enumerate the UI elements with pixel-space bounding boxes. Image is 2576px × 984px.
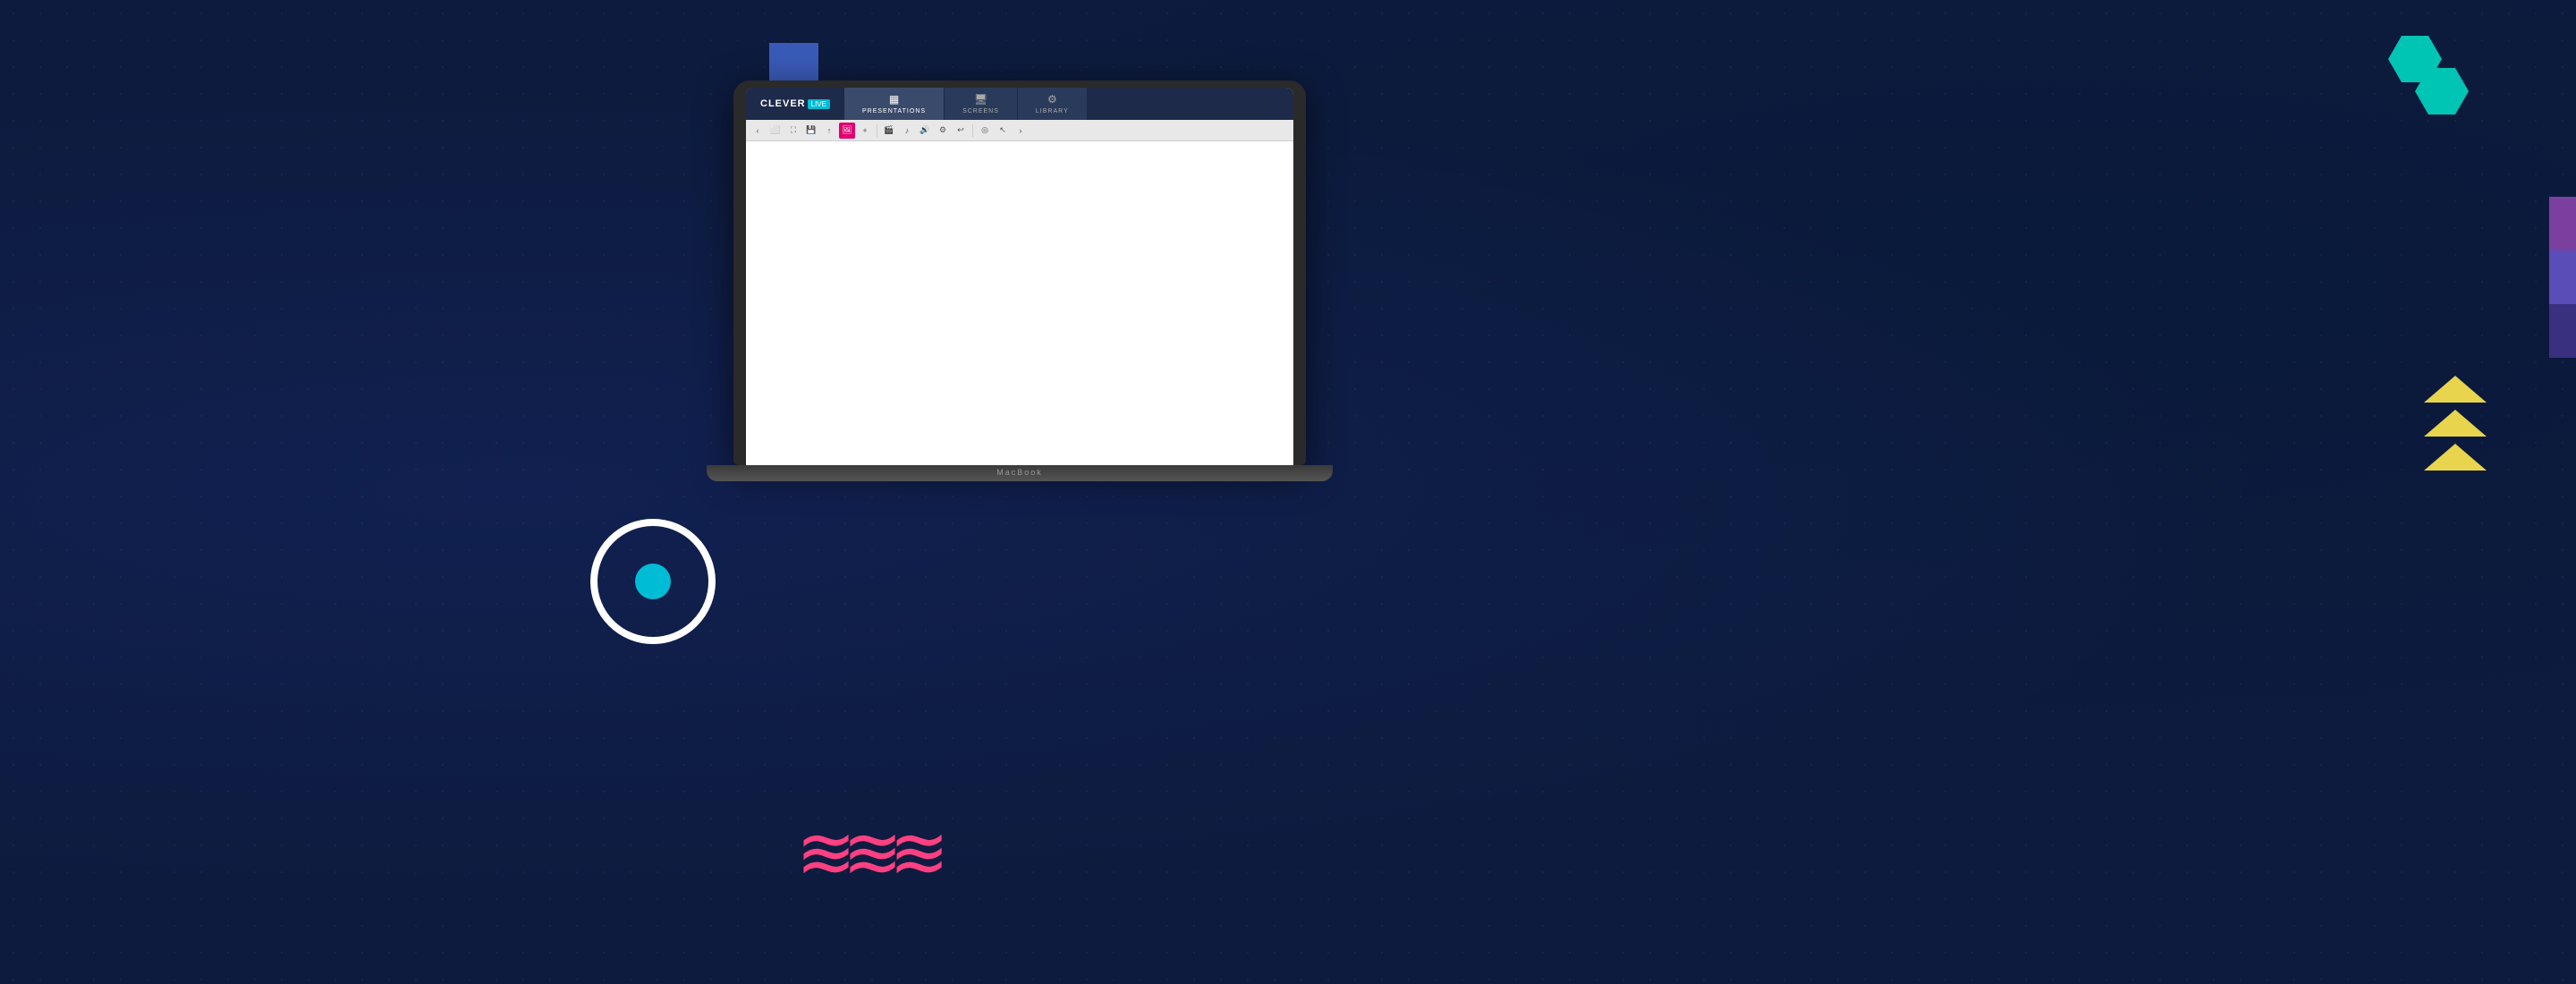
library-label: LIBRARY (1036, 108, 1069, 115)
app-header: CLEVER LIVE ▦ PRESENTATIONS 🖥 SCREENS ⚙ … (746, 88, 1293, 120)
tab-library[interactable]: ⚙ LIBRARY (1018, 88, 1088, 120)
toolbar-select[interactable]: ⬜ (767, 123, 784, 139)
bar-darkblue (2549, 304, 2576, 358)
tab-presentations[interactable]: ▦ PRESENTATIONS (844, 88, 945, 120)
toolbar-back[interactable]: ‹ (750, 123, 766, 139)
decorative-bars (2549, 197, 2576, 376)
toolbar-share[interactable]: ↑ (821, 123, 837, 139)
toolbar-video[interactable]: 🎬 (881, 123, 897, 139)
bar-purple (2549, 197, 2576, 250)
toolbar-fullscreen[interactable]: ⛶ (785, 123, 801, 139)
decorative-circle-inner (635, 564, 671, 599)
toolbar-settings[interactable]: ⚙ (935, 123, 951, 139)
toolbar-audio[interactable]: ♪ (899, 123, 915, 139)
logo-live: LIVE (808, 99, 830, 109)
toolbar-volume[interactable]: 🔊 (917, 123, 933, 139)
toolbar-cursor[interactable]: ↖ (995, 123, 1011, 139)
laptop-container: CLEVER LIVE ▦ PRESENTATIONS 🖥 SCREENS ⚙ … (733, 81, 1306, 599)
screens-icon: 🖥 (974, 93, 987, 106)
toolbar-next[interactable]: › (1013, 123, 1029, 139)
triangle-3 (2424, 444, 2487, 471)
toolbar-save[interactable]: 💾 (803, 123, 819, 139)
laptop-screen: CLEVER LIVE ▦ PRESENTATIONS 🖥 SCREENS ⚙ … (733, 81, 1306, 465)
laptop-base: MacBook (707, 465, 1333, 481)
toolbar: ‹ ⬜ ⛶ 💾 ↑ 🖼 + 🎬 ♪ 🔊 ⚙ ↩ ◎ ↖ › (746, 120, 1293, 141)
decorative-wave: ≋≋≋ (796, 811, 936, 895)
toolbar-add[interactable]: + (857, 123, 873, 139)
decorative-circle (590, 519, 716, 644)
toolbar-separator-2 (972, 124, 973, 137)
presentations-icon: ▦ (889, 93, 899, 106)
toolbar-undo[interactable]: ↩ (953, 123, 969, 139)
laptop-label: MacBook (996, 468, 1043, 477)
app-logo: CLEVER LIVE (746, 88, 844, 120)
toolbar-target[interactable]: ◎ (977, 123, 993, 139)
app-screen: CLEVER LIVE ▦ PRESENTATIONS 🖥 SCREENS ⚙ … (746, 88, 1293, 465)
tab-screens[interactable]: 🖥 SCREENS (945, 88, 1018, 120)
library-icon: ⚙ (1047, 93, 1057, 106)
app-nav: ▦ PRESENTATIONS 🖥 SCREENS ⚙ LIBRARY (844, 88, 1293, 120)
toolbar-image[interactable]: 🖼 (839, 123, 855, 139)
presentations-label: PRESENTATIONS (862, 108, 926, 115)
decorative-triangles (2424, 376, 2487, 471)
bar-blue (2549, 250, 2576, 304)
triangle-1 (2424, 376, 2487, 403)
decorative-hexagons (2388, 36, 2469, 115)
screens-label: SCREENS (962, 108, 999, 115)
logo-text: CLEVER (760, 98, 806, 109)
triangle-2 (2424, 410, 2487, 437)
